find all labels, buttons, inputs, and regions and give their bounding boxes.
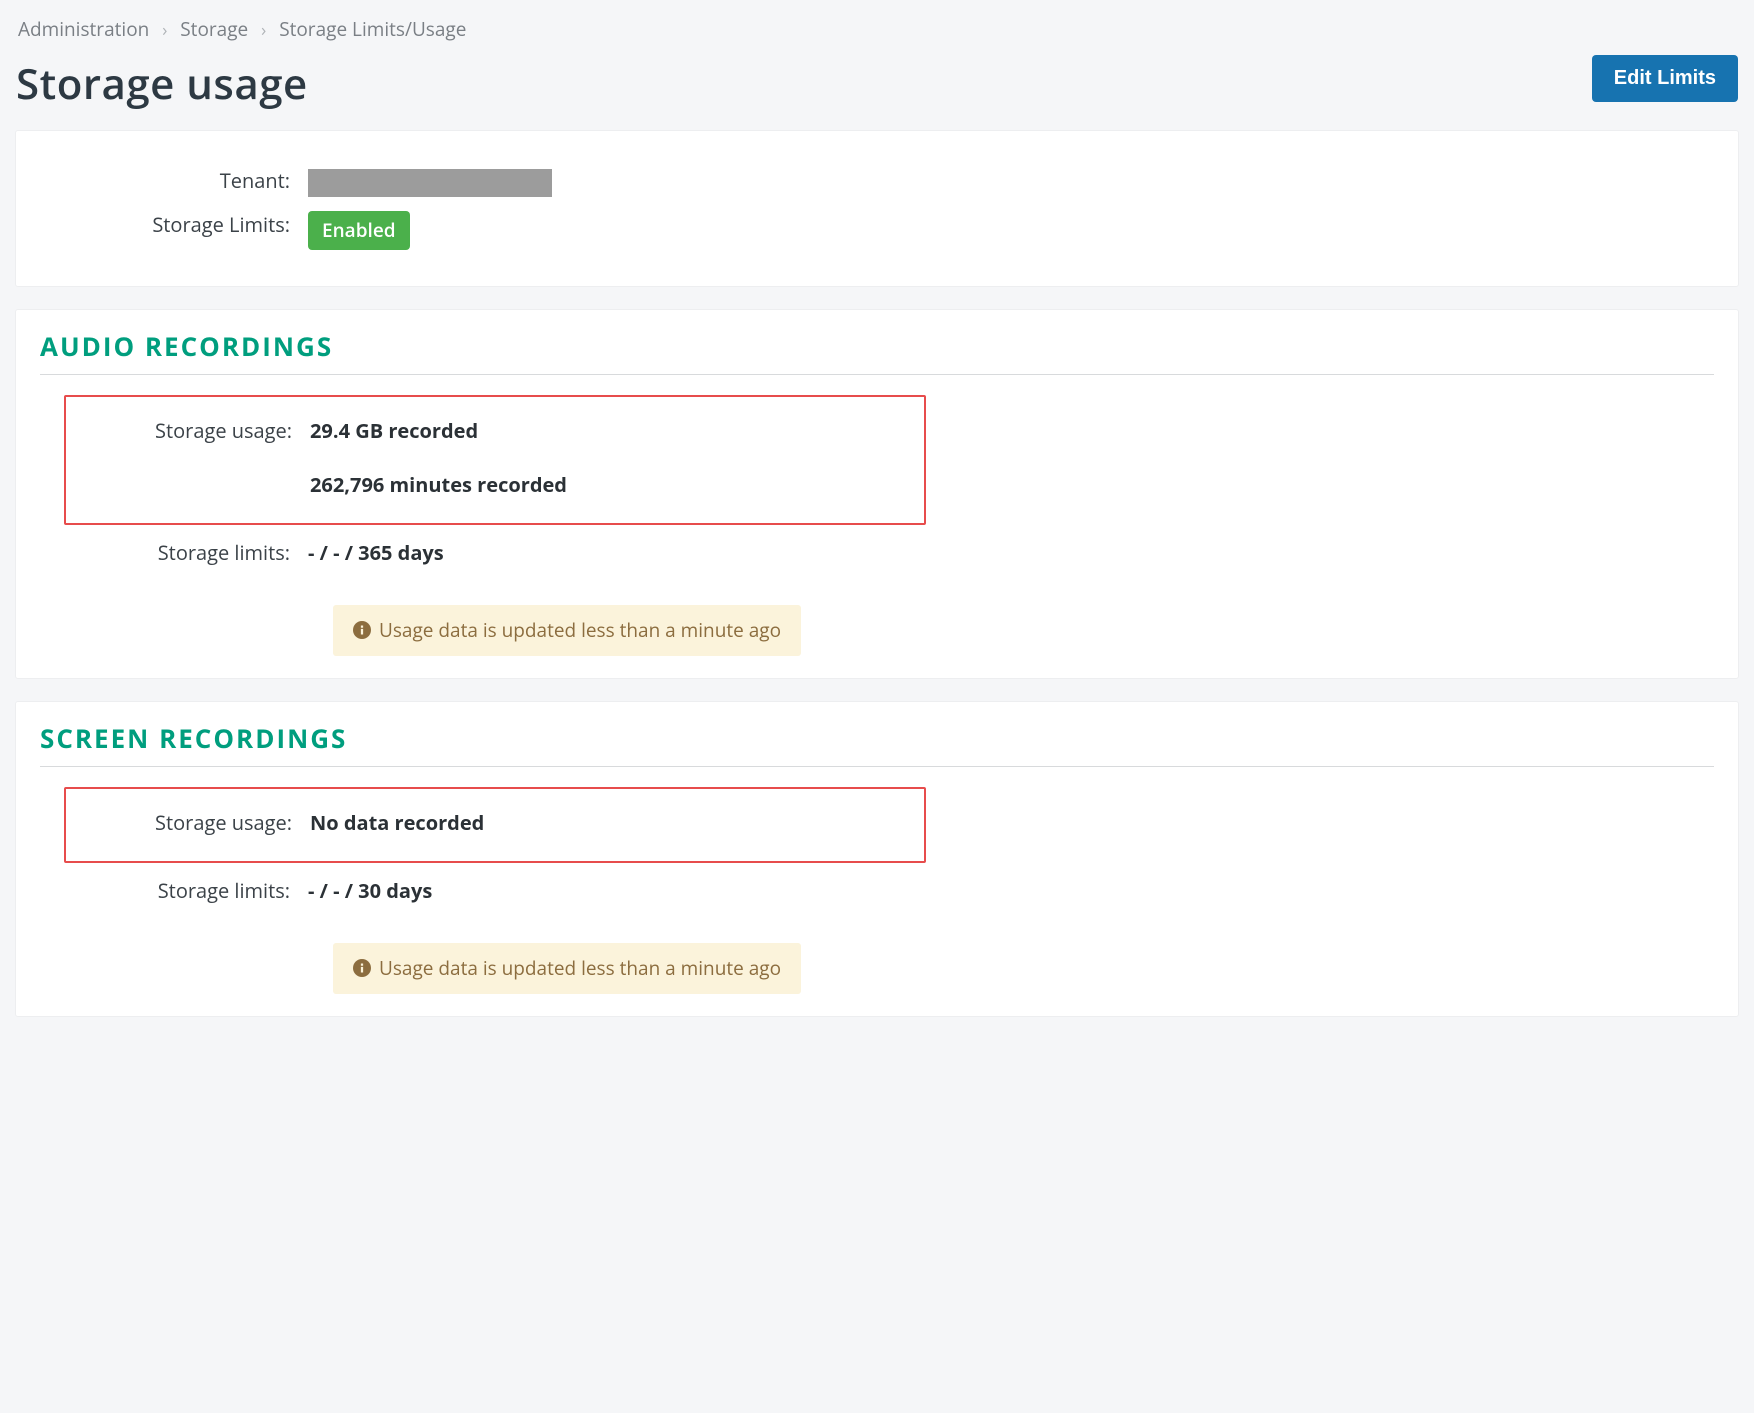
page-title: Storage usage (16, 55, 308, 114)
info-icon (353, 621, 371, 639)
tenant-value-redacted (308, 169, 552, 197)
audio-section-title: AUDIO RECORDINGS (40, 328, 1714, 375)
audio-limits-label: Storage limits: (40, 539, 308, 567)
audio-update-alert: Usage data is updated less than a minute… (333, 605, 801, 656)
audio-recordings-card: AUDIO RECORDINGS Storage usage: 29.4 GB … (16, 310, 1738, 678)
chevron-right-icon: › (162, 18, 167, 42)
screen-section-title: SCREEN RECORDINGS (40, 720, 1714, 767)
audio-usage-label: Storage usage: (66, 417, 310, 445)
crumb-storage[interactable]: Storage (180, 16, 248, 42)
audio-usage-gb: 29.4 GB recorded (310, 417, 567, 445)
chevron-right-icon: › (261, 18, 266, 42)
screen-update-alert: Usage data is updated less than a minute… (333, 943, 801, 994)
info-icon (353, 959, 371, 977)
audio-usage-minutes: 262,796 minutes recorded (310, 471, 567, 499)
storage-limits-enabled-badge: Enabled (308, 211, 410, 250)
screen-usage-value: No data recorded (310, 809, 484, 837)
breadcrumb: Administration › Storage › Storage Limit… (18, 16, 1738, 43)
screen-update-text: Usage data is updated less than a minute… (379, 955, 781, 982)
screen-usage-highlight: Storage usage: No data recorded (64, 787, 926, 863)
screen-recordings-card: SCREEN RECORDINGS Storage usage: No data… (16, 702, 1738, 1016)
tenant-label: Tenant: (40, 167, 308, 195)
edit-limits-button[interactable]: Edit Limits (1592, 55, 1738, 102)
screen-limits-value: - / - / 30 days (308, 877, 432, 905)
audio-usage-highlight: Storage usage: 29.4 GB recorded 262,796 … (64, 395, 926, 525)
crumb-administration[interactable]: Administration (18, 16, 149, 42)
storage-limits-label: Storage Limits: (40, 211, 308, 239)
audio-limits-value: - / - / 365 days (308, 539, 444, 567)
screen-limits-label: Storage limits: (40, 877, 308, 905)
crumb-storage-limits-usage[interactable]: Storage Limits/Usage (279, 16, 466, 42)
screen-usage-label: Storage usage: (66, 809, 310, 837)
tenant-card: Tenant: Storage Limits: Enabled (16, 131, 1738, 285)
audio-update-text: Usage data is updated less than a minute… (379, 617, 781, 644)
